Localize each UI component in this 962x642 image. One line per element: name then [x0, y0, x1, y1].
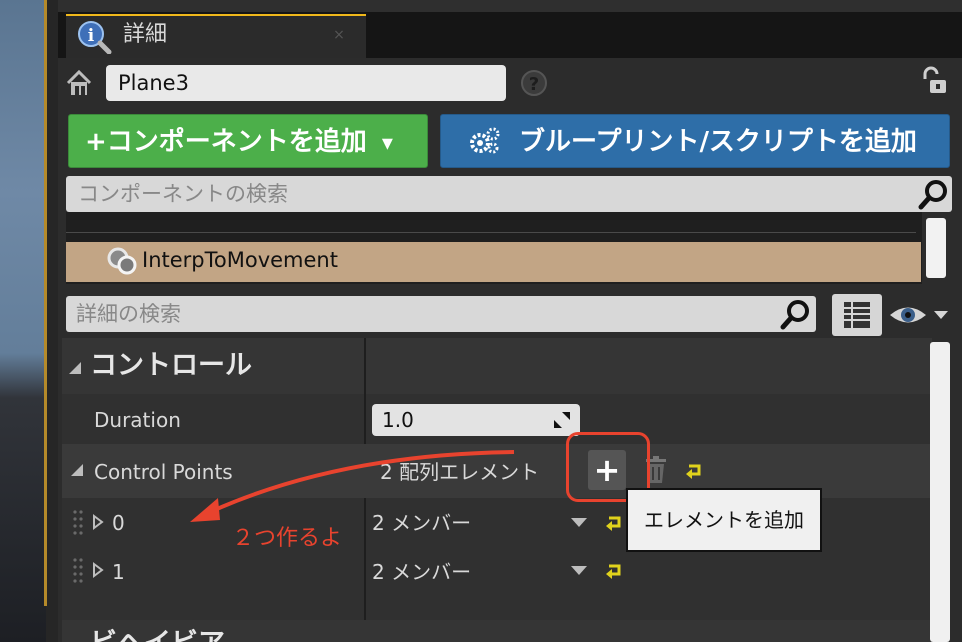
array-item-index: 1 — [112, 560, 125, 584]
lock-icon[interactable] — [920, 66, 948, 96]
details-info-icon: i — [76, 20, 112, 55]
reset-arrow-icon[interactable] — [604, 560, 624, 580]
expand-arrow-icon[interactable] — [92, 514, 104, 530]
annotation-text: ２つ作るよ — [232, 526, 343, 551]
chevron-down-icon: ▾ — [381, 131, 393, 156]
svg-text:i: i — [88, 26, 95, 46]
close-icon[interactable]: × — [332, 28, 346, 42]
add-blueprint-button[interactable]: ブループリント/スクリプトを追加 — [440, 114, 950, 168]
chevron-down-icon[interactable] — [570, 514, 588, 528]
reset-arrow-icon[interactable] — [604, 512, 624, 532]
component-label: InterpToMovement — [142, 248, 338, 272]
collapse-triangle-icon[interactable] — [68, 360, 82, 374]
spin-handle-icon[interactable] — [552, 410, 572, 430]
expand-triangle-icon[interactable] — [70, 462, 84, 476]
details-search-input[interactable]: 詳細の検索 — [66, 296, 816, 332]
category-title: コントロール — [90, 350, 252, 381]
expand-arrow-icon[interactable] — [92, 562, 104, 578]
eye-icon[interactable] — [888, 298, 952, 332]
category-title-clip: ビヘイビア — [62, 620, 932, 642]
annotation-arrow — [180, 440, 520, 530]
duration-input[interactable]: 1.0 — [372, 404, 580, 436]
component-tree-scrollbar[interactable] — [926, 218, 946, 278]
reset-arrow-icon[interactable] — [684, 460, 704, 480]
gears-icon — [468, 126, 502, 156]
array-item-value: 2 メンバー — [372, 560, 472, 584]
search-icon[interactable] — [918, 178, 950, 210]
add-component-button[interactable]: +コンポーネントを追加 ▾ — [68, 114, 428, 168]
duration-label: Duration — [94, 408, 181, 432]
object-name-field[interactable]: Plane3 — [106, 65, 506, 101]
chevron-down-icon[interactable] — [570, 562, 588, 576]
viewport-edge — [0, 0, 46, 642]
tab-label: 詳細 — [123, 22, 168, 47]
search-icon[interactable] — [780, 298, 812, 330]
add-component-label: +コンポーネントを追加 — [85, 127, 367, 157]
help-icon[interactable]: ? — [521, 70, 547, 96]
array-item-index: 0 — [112, 511, 125, 535]
property-matrix-button[interactable] — [832, 294, 882, 336]
add-blueprint-label: ブループリント/スクリプトを追加 — [519, 127, 917, 157]
drag-handle-icon[interactable] — [72, 508, 84, 538]
drag-handle-icon[interactable] — [72, 556, 84, 586]
details-scrollbar[interactable] — [930, 342, 950, 642]
movement-component-icon — [106, 246, 138, 276]
category-title: ビヘイビア — [90, 624, 225, 642]
tree-divider — [66, 232, 916, 233]
component-search-input[interactable]: コンポーネントの検索 — [66, 176, 952, 212]
viewport-frame — [44, 0, 47, 606]
actor-home-icon — [64, 68, 94, 98]
tooltip: エレメントを追加 — [626, 488, 822, 552]
panel-top-bar — [58, 0, 962, 12]
